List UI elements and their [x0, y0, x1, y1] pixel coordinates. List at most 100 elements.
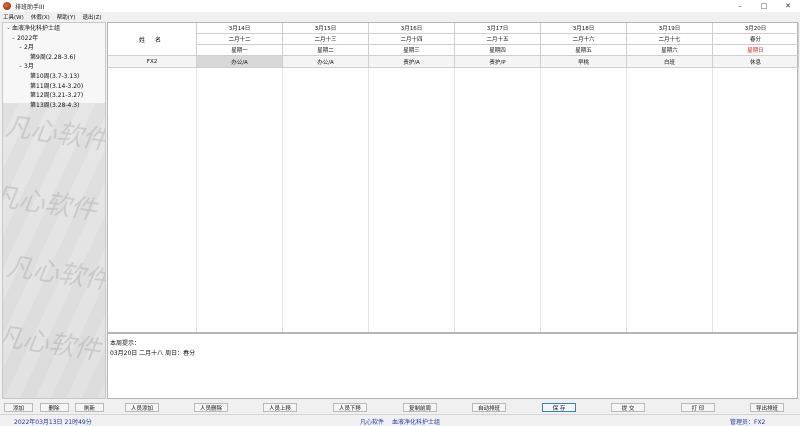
lunar-cell: 二月十三	[283, 34, 369, 45]
app-logo-icon	[3, 2, 11, 10]
refresh-button[interactable]: 刷新	[75, 403, 104, 412]
date-cell: 3月16日	[369, 23, 455, 34]
column-line	[108, 68, 197, 332]
tree-item-label: 第12周(3.21-3.27)	[30, 92, 84, 100]
status-bar: 2022年03月13日 21时49分 凡心软件 血液净化科护士组 管理员：FX2	[0, 414, 800, 426]
add-staff-button[interactable]: 人员添加	[125, 403, 159, 412]
shift-cell[interactable]: 责护/P	[455, 56, 541, 68]
submit-button[interactable]: 提 交	[611, 403, 645, 412]
minimize-button[interactable]: –	[728, 0, 752, 12]
move-staff-down-button[interactable]: 人员下移	[333, 403, 367, 412]
date-header-row: 3月14日 3月15日 3月16日 3月17日 3月18日 3月19日 3月20日	[108, 23, 799, 34]
export-schedule-button[interactable]: 导出排班	[750, 403, 784, 412]
window-title: 排班助手III	[15, 3, 45, 11]
staff-name-cell[interactable]: FX2	[108, 56, 197, 68]
lunar-header-row: 二月十二 二月十三 二月十四 二月十五 二月十六 二月十七 春分	[108, 34, 799, 45]
chevron-down-icon[interactable]: ⌄	[17, 62, 24, 72]
menu-bar: 工具(W) 休假(X) 帮助(Y) 退出(Z)	[0, 12, 800, 21]
date-cell: 3月17日	[455, 23, 541, 34]
tree-panel: 凡心软件 凡心软件 凡心软件 凡心软件 ⌄ 血液净化科护士组 ⌄ 2022年 ⌄ 2月 第9…	[2, 22, 106, 399]
tree-item-group[interactable]: ⌄ 血液净化科护士组	[5, 24, 105, 34]
menu-help[interactable]: 帮助(Y)	[57, 13, 76, 21]
tree-item-week[interactable]: 第9周(2.28-3.6)	[5, 53, 105, 63]
tips-line: 03月20日 二月十八 周日：春分	[110, 350, 196, 357]
date-cell: 3月14日	[197, 23, 283, 34]
shift-cell[interactable]: 办公/A	[197, 56, 283, 68]
status-company: 凡心软件	[360, 419, 385, 426]
table-row: FX2 办公/A 办公/A 责护/A 责护/P 早桃 白班 休息	[108, 56, 799, 68]
lunar-cell: 二月十二	[197, 34, 283, 45]
save-button[interactable]: 保 存	[542, 403, 576, 412]
menu-exit[interactable]: 退出(Z)	[82, 13, 101, 21]
weekday-cell: 星期四	[455, 45, 541, 56]
column-line	[283, 68, 369, 332]
weekday-cell: 星期六	[627, 45, 713, 56]
column-line	[455, 68, 541, 332]
status-admin: 管理员：FX2	[730, 419, 766, 426]
weekly-tips-panel: 本周提示： 03月20日 二月十八 周日：春分	[107, 333, 798, 399]
lunar-cell: 春分	[713, 34, 799, 45]
tree-item-label: 2月	[24, 44, 34, 52]
copy-previous-week-button[interactable]: 复制前周	[403, 403, 437, 412]
tree-item-label: 第10周(3.7-3.13)	[30, 72, 80, 80]
column-line	[369, 68, 455, 332]
close-button[interactable]: ✕	[776, 0, 800, 12]
lunar-cell: 二月十六	[541, 34, 627, 45]
tree-item-group[interactable]: ⌄ 2022年	[5, 34, 105, 44]
status-datetime: 2022年03月13日 21时49分	[14, 419, 92, 426]
menu-leave[interactable]: 休假(X)	[31, 13, 50, 21]
weekday-cell: 星期二	[283, 45, 369, 56]
chevron-down-icon[interactable]: ⌄	[10, 34, 17, 44]
tree-item-week[interactable]: 第12周(3.21-3.27)	[5, 91, 105, 101]
delete-button[interactable]: 删除	[39, 403, 69, 412]
week-tree: ⌄ 血液净化科护士组 ⌄ 2022年 ⌄ 2月 第9周(2.28-3.6) ⌄ 3月 第10周(3…	[5, 24, 105, 110]
print-button[interactable]: 打 印	[681, 403, 715, 412]
lunar-cell: 二月十四	[369, 34, 455, 45]
menu-tools[interactable]: 工具(W)	[3, 13, 24, 21]
lunar-cell: 二月十七	[627, 34, 713, 45]
tree-item-label: 第13周(3.28-4.3)	[30, 101, 80, 109]
date-cell: 3月18日	[541, 23, 627, 34]
tree-item-week[interactable]: 第10周(3.7-3.13)	[5, 72, 105, 82]
column-line	[627, 68, 713, 332]
watermark-background: 凡心软件 凡心软件 凡心软件 凡心软件	[2, 103, 106, 398]
title-bar: 排班助手III – □ ✕	[0, 0, 800, 12]
tree-item-label: 第9周(2.28-3.6)	[30, 53, 76, 61]
tree-item-group[interactable]: ⌄ 3月	[5, 62, 105, 72]
weekday-cell: 星期一	[197, 45, 283, 56]
chevron-down-icon[interactable]: ⌄	[17, 43, 24, 53]
tree-item-label: 血液净化科护士组	[12, 25, 61, 32]
window-controls: – □ ✕	[728, 0, 800, 12]
watermark-mark: 凡心软件	[5, 251, 106, 297]
maximize-button[interactable]: □	[752, 0, 776, 12]
watermark-mark: 凡心软件	[2, 321, 103, 367]
tree-item-label: 3月	[24, 63, 34, 71]
weekday-cell: 星期三	[369, 45, 455, 56]
delete-staff-button[interactable]: 人员删除	[194, 403, 228, 412]
watermark-mark: 凡心软件	[3, 111, 106, 157]
column-line	[541, 68, 627, 332]
move-staff-up-button[interactable]: 人员上移	[263, 403, 297, 412]
column-gridlines	[108, 68, 799, 332]
add-button[interactable]: 添加	[4, 403, 33, 412]
column-line	[197, 68, 283, 332]
weekday-cell: 星期五	[541, 45, 627, 56]
tree-actions: 添加 删除 刷新	[4, 403, 104, 412]
shift-cell[interactable]: 办公/A	[283, 56, 369, 68]
weekday-cell: 星期日	[713, 45, 799, 56]
tips-title: 本周提示：	[110, 340, 141, 347]
shift-cell[interactable]: 休息	[713, 56, 799, 68]
tree-item-label: 2022年	[17, 34, 39, 42]
lunar-cell: 二月十五	[455, 34, 541, 45]
tree-item-week[interactable]: 第11周(3.14-3.20)	[5, 82, 105, 92]
auto-schedule-button[interactable]: 自动排班	[472, 403, 506, 412]
shift-cell[interactable]: 早桃	[541, 56, 627, 68]
tree-item-week[interactable]: 第13周(3.28-4.3)	[5, 101, 105, 111]
tree-item-group[interactable]: ⌄ 2月	[5, 43, 105, 53]
date-cell: 3月19日	[627, 23, 713, 34]
chevron-down-icon[interactable]: ⌄	[5, 24, 12, 34]
weekday-header-row: 星期一 星期二 星期三 星期四 星期五 星期六 星期日	[108, 45, 799, 56]
watermark-mark: 凡心软件	[2, 181, 99, 227]
shift-cell[interactable]: 白班	[627, 56, 713, 68]
shift-cell[interactable]: 责护/A	[369, 56, 455, 68]
